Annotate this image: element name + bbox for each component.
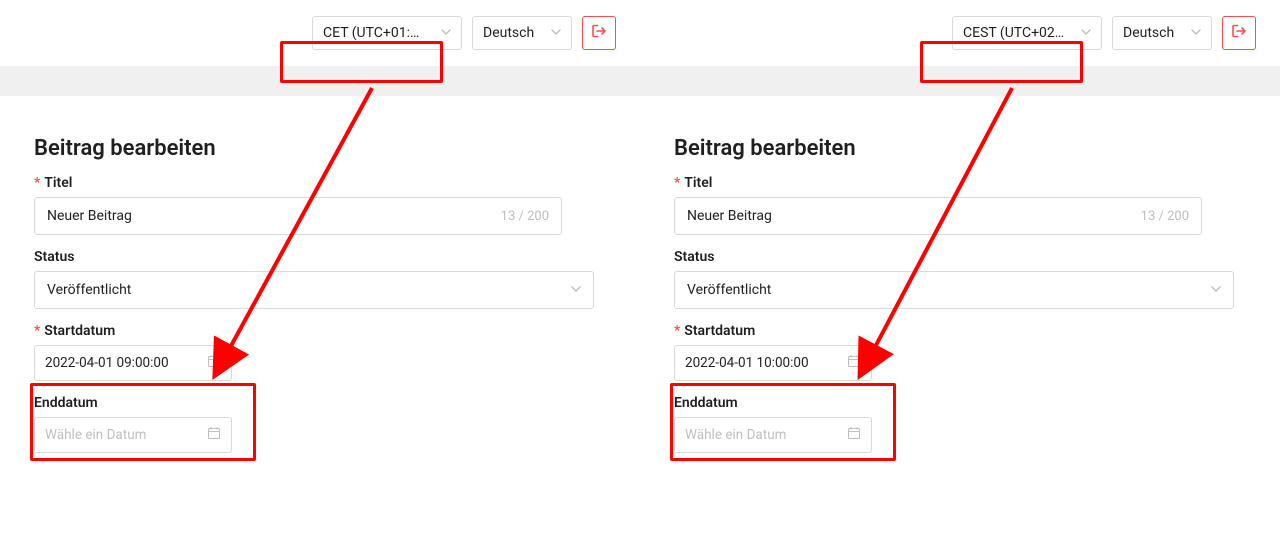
language-select[interactable]: Deutsch	[472, 16, 572, 50]
startdate-input[interactable]: 2022-04-01 10:00:00	[674, 345, 872, 381]
enddate-placeholder: Wähle ein Datum	[685, 427, 786, 443]
topbar: CEST (UTC+02… Deutsch	[640, 0, 1280, 58]
startdate-field: * Startdatum 2022-04-01 10:00:00	[674, 323, 1246, 381]
status-label: Status	[34, 249, 606, 265]
chevron-down-icon	[551, 25, 561, 41]
enddate-label: Enddatum	[674, 395, 1246, 411]
form-area: Beitrag bearbeiten * Titel Neuer Beitrag…	[640, 96, 1280, 453]
calendar-icon	[847, 426, 861, 444]
logout-button[interactable]	[1222, 16, 1256, 50]
language-label: Deutsch	[1123, 25, 1174, 41]
calendar-icon	[207, 354, 221, 372]
status-value: Veröffentlicht	[47, 282, 131, 298]
enddate-input[interactable]: Wähle ein Datum	[34, 417, 232, 453]
status-label: Status	[674, 249, 1246, 265]
chevron-down-icon	[441, 25, 451, 41]
gray-divider-bar	[0, 66, 640, 96]
required-star: *	[674, 323, 680, 339]
required-star: *	[34, 323, 40, 339]
calendar-icon	[207, 426, 221, 444]
title-field: * Titel Neuer Beitrag 13 / 200	[34, 175, 606, 235]
required-star: *	[34, 175, 40, 191]
form-area: Beitrag bearbeiten * Titel Neuer Beitrag…	[0, 96, 640, 453]
topbar: CET (UTC+01:… Deutsch	[0, 0, 640, 58]
chevron-down-icon	[571, 282, 581, 298]
title-input[interactable]: Neuer Beitrag 13 / 200	[34, 197, 562, 235]
title-value: Neuer Beitrag	[687, 208, 772, 224]
logout-icon	[1231, 23, 1247, 43]
timezone-label: CEST (UTC+02…	[963, 25, 1064, 41]
language-label: Deutsch	[483, 25, 534, 41]
timezone-select[interactable]: CET (UTC+01:…	[312, 16, 462, 50]
gray-divider-bar	[640, 66, 1280, 96]
startdate-value: 2022-04-01 10:00:00	[685, 355, 809, 371]
enddate-field: Enddatum Wähle ein Datum	[674, 395, 1246, 453]
status-field: Status Veröffentlicht	[674, 249, 1246, 309]
enddate-field: Enddatum Wähle ein Datum	[34, 395, 606, 453]
status-select[interactable]: Veröffentlicht	[674, 271, 1234, 309]
startdate-label: * Startdatum	[674, 323, 1246, 339]
status-value: Veröffentlicht	[687, 282, 771, 298]
status-field: Status Veröffentlicht	[34, 249, 606, 309]
status-select[interactable]: Veröffentlicht	[34, 271, 594, 309]
startdate-value: 2022-04-01 09:00:00	[45, 355, 169, 371]
title-field: * Titel Neuer Beitrag 13 / 200	[674, 175, 1246, 235]
timezone-select[interactable]: CEST (UTC+02…	[952, 16, 1102, 50]
title-char-counter: 13 / 200	[1141, 209, 1189, 224]
panel-left: CET (UTC+01:… Deutsch Beitrag bearbeiten	[0, 0, 640, 467]
timezone-label: CET (UTC+01:…	[323, 25, 419, 41]
chevron-down-icon	[1191, 25, 1201, 41]
title-input[interactable]: Neuer Beitrag 13 / 200	[674, 197, 1202, 235]
startdate-label: * Startdatum	[34, 323, 606, 339]
panel-right: CEST (UTC+02… Deutsch Beitrag bearbeiten	[640, 0, 1280, 467]
calendar-icon	[847, 354, 861, 372]
startdate-input[interactable]: 2022-04-01 09:00:00	[34, 345, 232, 381]
startdate-field: * Startdatum 2022-04-01 09:00:00	[34, 323, 606, 381]
title-value: Neuer Beitrag	[47, 208, 132, 224]
language-select[interactable]: Deutsch	[1112, 16, 1212, 50]
logout-button[interactable]	[582, 16, 616, 50]
chevron-down-icon	[1211, 282, 1221, 298]
enddate-placeholder: Wähle ein Datum	[45, 427, 146, 443]
title-label: * Titel	[34, 175, 606, 191]
enddate-label: Enddatum	[34, 395, 606, 411]
title-label: * Titel	[674, 175, 1246, 191]
title-char-counter: 13 / 200	[501, 209, 549, 224]
page-title: Beitrag bearbeiten	[34, 136, 606, 161]
logout-icon	[591, 23, 607, 43]
page-title: Beitrag bearbeiten	[674, 136, 1246, 161]
required-star: *	[674, 175, 680, 191]
enddate-input[interactable]: Wähle ein Datum	[674, 417, 872, 453]
chevron-down-icon	[1081, 25, 1091, 41]
